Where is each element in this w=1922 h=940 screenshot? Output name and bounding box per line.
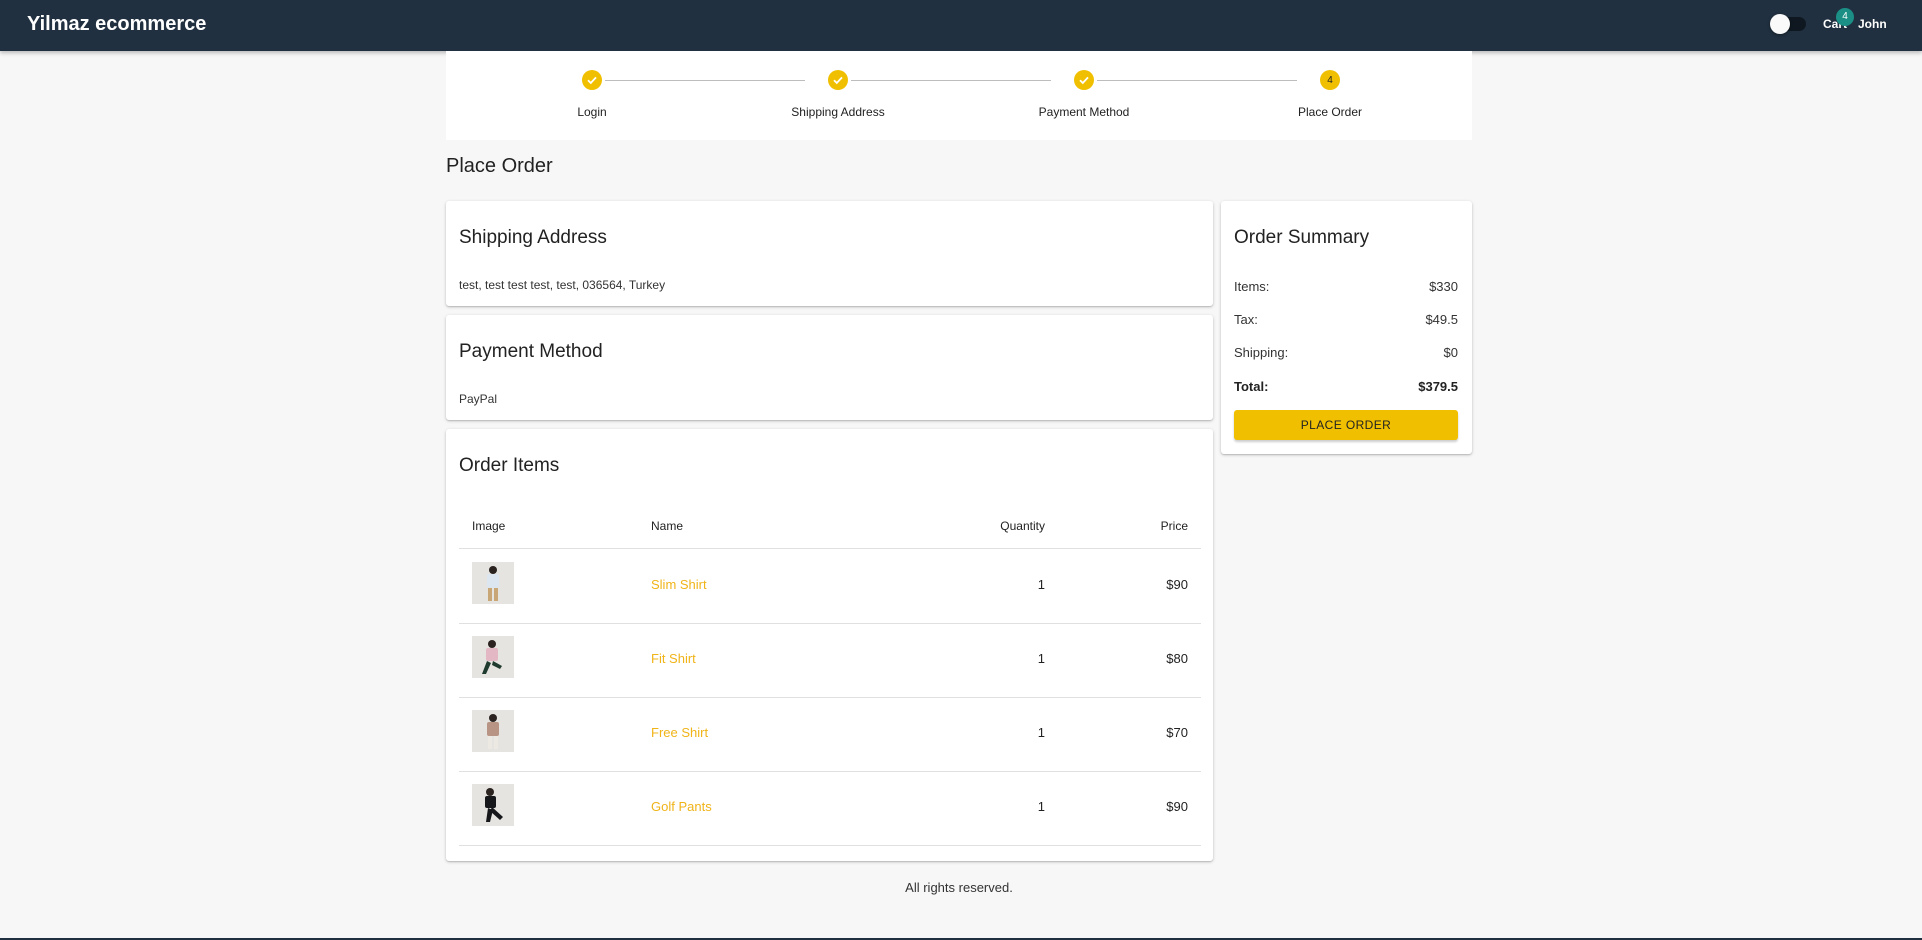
step-payment-method: Payment Method [961, 51, 1207, 140]
summary-value: $330 [1429, 279, 1458, 294]
page-title: Place Order [446, 155, 553, 177]
column-header-quantity: Quantity [1000, 519, 1045, 533]
toggle-knob [1770, 14, 1790, 34]
card-title: Order Summary [1234, 227, 1370, 248]
step-login: Login [469, 51, 715, 140]
shipping-address-card: Shipping Address test, test test test, t… [446, 201, 1213, 306]
dark-mode-toggle[interactable] [1770, 14, 1806, 34]
card-title: Shipping Address [459, 227, 607, 248]
card-title: Order Items [459, 455, 560, 476]
column-header-image: Image [472, 519, 506, 533]
price-value: $90 [1166, 799, 1188, 814]
summary-tax-row: Tax: $49.5 [1234, 312, 1458, 327]
price-value: $90 [1166, 577, 1188, 592]
payment-method-card: Payment Method PayPal [446, 315, 1213, 420]
summary-items-row: Items: $330 [1234, 279, 1458, 294]
order-summary-card: Order Summary Items: $330 Tax: $49.5 Shi… [1221, 201, 1472, 454]
cart-count-badge: 4 [1836, 8, 1854, 26]
step-label: Shipping Address [791, 105, 885, 119]
step-number-badge: 4 [1320, 70, 1340, 90]
footer-text: All rights reserved. [905, 880, 1013, 895]
product-link-golf-pants[interactable]: Golf Pants [651, 799, 712, 814]
table-row: Fit Shirt 1 $80 [459, 623, 1201, 698]
product-photo-icon[interactable] [472, 636, 514, 678]
quantity-value: 1 [1037, 577, 1045, 592]
check-icon [1074, 70, 1094, 90]
summary-label: Total: [1234, 379, 1269, 394]
payment-method-text: PayPal [459, 392, 498, 406]
summary-total-row: Total: $379.5 [1234, 379, 1458, 394]
check-icon [828, 70, 848, 90]
summary-label: Tax: [1234, 312, 1258, 327]
quantity-value: 1 [1037, 725, 1045, 740]
product-link-slim-shirt[interactable]: Slim Shirt [651, 577, 707, 592]
summary-shipping-row: Shipping: $0 [1234, 345, 1458, 360]
price-value: $80 [1166, 651, 1188, 666]
product-photo-icon[interactable] [472, 710, 514, 752]
table-row: Golf Pants 1 $90 [459, 771, 1201, 846]
step-label: Payment Method [1038, 105, 1130, 119]
column-header-name: Name [651, 519, 684, 533]
column-header-price: Price [1160, 519, 1188, 533]
step-place-order: 4 Place Order [1207, 51, 1453, 140]
summary-value: $379.5 [1418, 379, 1458, 394]
place-order-button[interactable]: PLACE ORDER [1234, 410, 1458, 440]
summary-label: Shipping: [1234, 345, 1289, 360]
card-title: Payment Method [459, 341, 603, 362]
product-link-free-shirt[interactable]: Free Shirt [651, 725, 708, 740]
summary-value: $0 [1443, 345, 1458, 360]
step-label: Place Order [1297, 105, 1363, 119]
table-row: Free Shirt 1 $70 [459, 697, 1201, 772]
app-bar: Yilmaz ecommerce Cart 4 John [0, 0, 1922, 51]
price-value: $70 [1166, 725, 1188, 740]
step-label: Login [577, 105, 607, 119]
summary-value: $49.5 [1425, 312, 1458, 327]
order-items-card: Order Items Image Name Quantity Price Sl… [446, 429, 1213, 861]
user-menu-button[interactable]: John [1858, 17, 1887, 31]
check-icon [582, 70, 602, 90]
product-link-fit-shirt[interactable]: Fit Shirt [651, 651, 696, 666]
checkout-stepper: Login Shipping Address Payment Method 4 … [446, 51, 1472, 140]
quantity-value: 1 [1037, 651, 1045, 666]
step-shipping-address: Shipping Address [715, 51, 961, 140]
quantity-value: 1 [1037, 799, 1045, 814]
brand-link[interactable]: Yilmaz ecommerce [27, 13, 206, 36]
summary-label: Items: [1234, 279, 1270, 294]
shipping-address-text: test, test test test, test, 036564, Turk… [459, 278, 666, 292]
table-row: Slim Shirt 1 $90 [459, 549, 1201, 624]
product-photo-icon[interactable] [472, 784, 514, 826]
product-photo-icon[interactable] [472, 562, 514, 604]
